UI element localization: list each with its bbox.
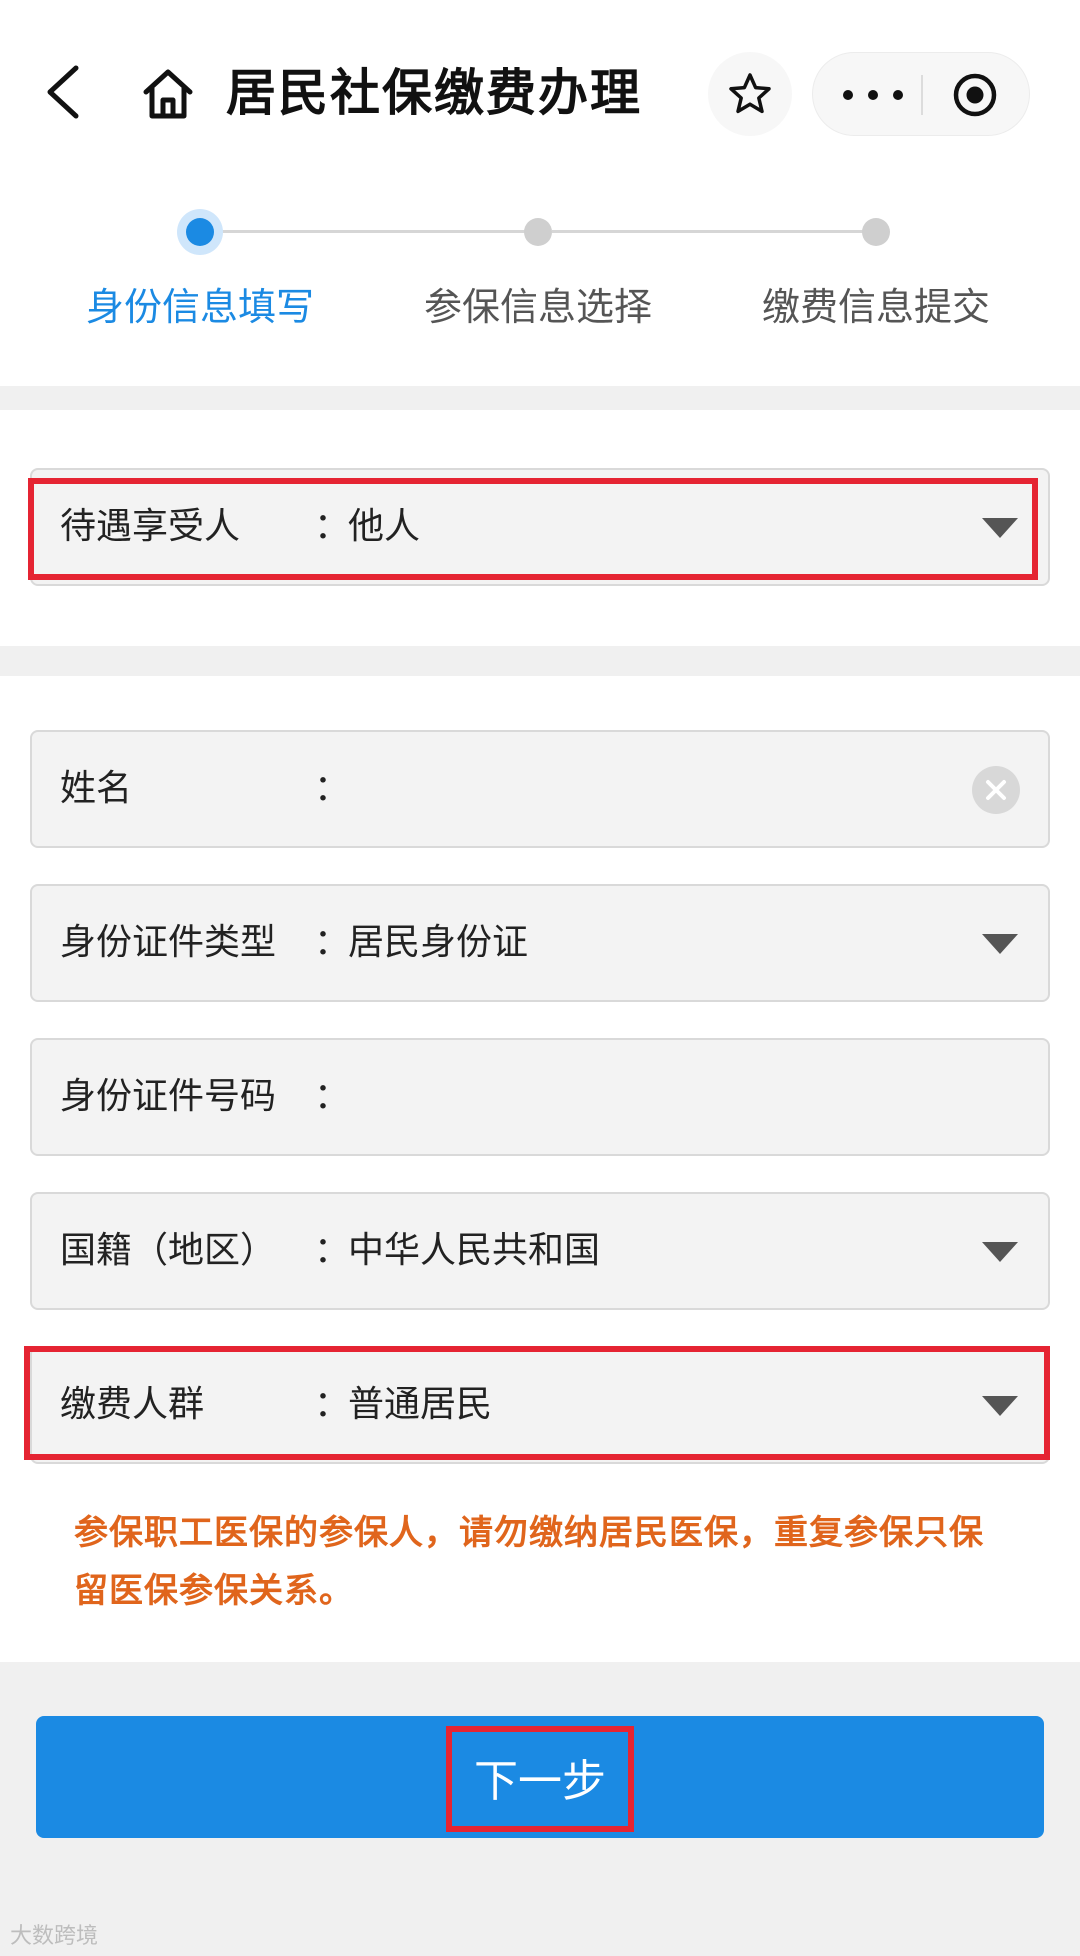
step-label-identity: 身份信息填写 <box>85 285 314 329</box>
mini-program-capsule <box>812 52 1030 136</box>
field-value: 普通居民 <box>348 1384 493 1425</box>
step-dot-2 <box>524 218 552 246</box>
watermark: 大数跨境 <box>10 1924 99 1949</box>
dropdown-arrow-icon <box>982 518 1018 538</box>
section-divider <box>0 646 1080 676</box>
field-label: 姓名 <box>60 768 133 809</box>
name-input[interactable]: 姓名 ： <box>30 730 1050 848</box>
field-colon: ： <box>314 768 351 809</box>
progress-stepper: 身份信息填写 参保信息选择 缴费信息提交 <box>0 180 1080 390</box>
star-icon <box>729 73 771 114</box>
capsule-divider <box>921 75 923 115</box>
nationality-select[interactable]: 国籍（地区） ： 中华人民共和国 <box>30 1192 1050 1310</box>
field-value: 居民身份证 <box>348 922 529 963</box>
id-type-select[interactable]: 身份证件类型 ： 居民身份证 <box>30 884 1050 1002</box>
payer-group-select[interactable]: 缴费人群 ： 普通居民 <box>30 1346 1050 1464</box>
step-label-insurance: 参保信息选择 <box>423 285 652 329</box>
field-colon: ： <box>314 922 351 963</box>
field-label: 身份证件类型 <box>60 922 277 963</box>
step-dot-3 <box>862 218 890 246</box>
beneficiary-select[interactable]: 待遇享受人 ： 他人 <box>30 468 1050 586</box>
field-label: 身份证件号码 <box>60 1076 277 1117</box>
field-colon: ： <box>314 1384 351 1425</box>
dropdown-arrow-icon <box>982 934 1018 954</box>
dropdown-arrow-icon <box>982 1242 1018 1262</box>
back-icon[interactable] <box>40 62 88 122</box>
page-title: 居民社保缴费办理 <box>226 64 642 122</box>
target-icon[interactable] <box>951 71 999 119</box>
step-dot-1 <box>186 218 214 246</box>
field-label: 国籍（地区） <box>60 1230 277 1271</box>
field-value: 他人 <box>348 506 421 547</box>
field-colon: ： <box>314 506 351 547</box>
next-step-button[interactable]: 下一步 <box>36 1716 1044 1838</box>
field-colon: ： <box>314 1076 351 1117</box>
field-colon: ： <box>314 1230 351 1271</box>
section-divider <box>0 386 1080 410</box>
field-label: 缴费人群 <box>60 1384 205 1425</box>
more-icon[interactable] <box>843 73 903 117</box>
field-label: 待遇享受人 <box>60 506 241 547</box>
home-icon[interactable] <box>140 66 196 122</box>
field-value: 中华人民共和国 <box>348 1230 601 1271</box>
step-label-payment: 缴费信息提交 <box>761 285 990 329</box>
warning-notice: 参保职工医保的参保人，请勿缴纳居民医保，重复参保只保留医保参保关系。 <box>74 1513 984 1611</box>
nav-bar: 居民社保缴费办理 <box>0 0 1080 180</box>
id-number-input[interactable]: 身份证件号码 ： <box>30 1038 1050 1156</box>
step-connector <box>552 230 876 233</box>
dropdown-arrow-icon <box>982 1396 1018 1416</box>
clear-icon[interactable] <box>972 766 1020 814</box>
step-connector <box>214 230 538 233</box>
favorite-button[interactable] <box>708 52 792 136</box>
